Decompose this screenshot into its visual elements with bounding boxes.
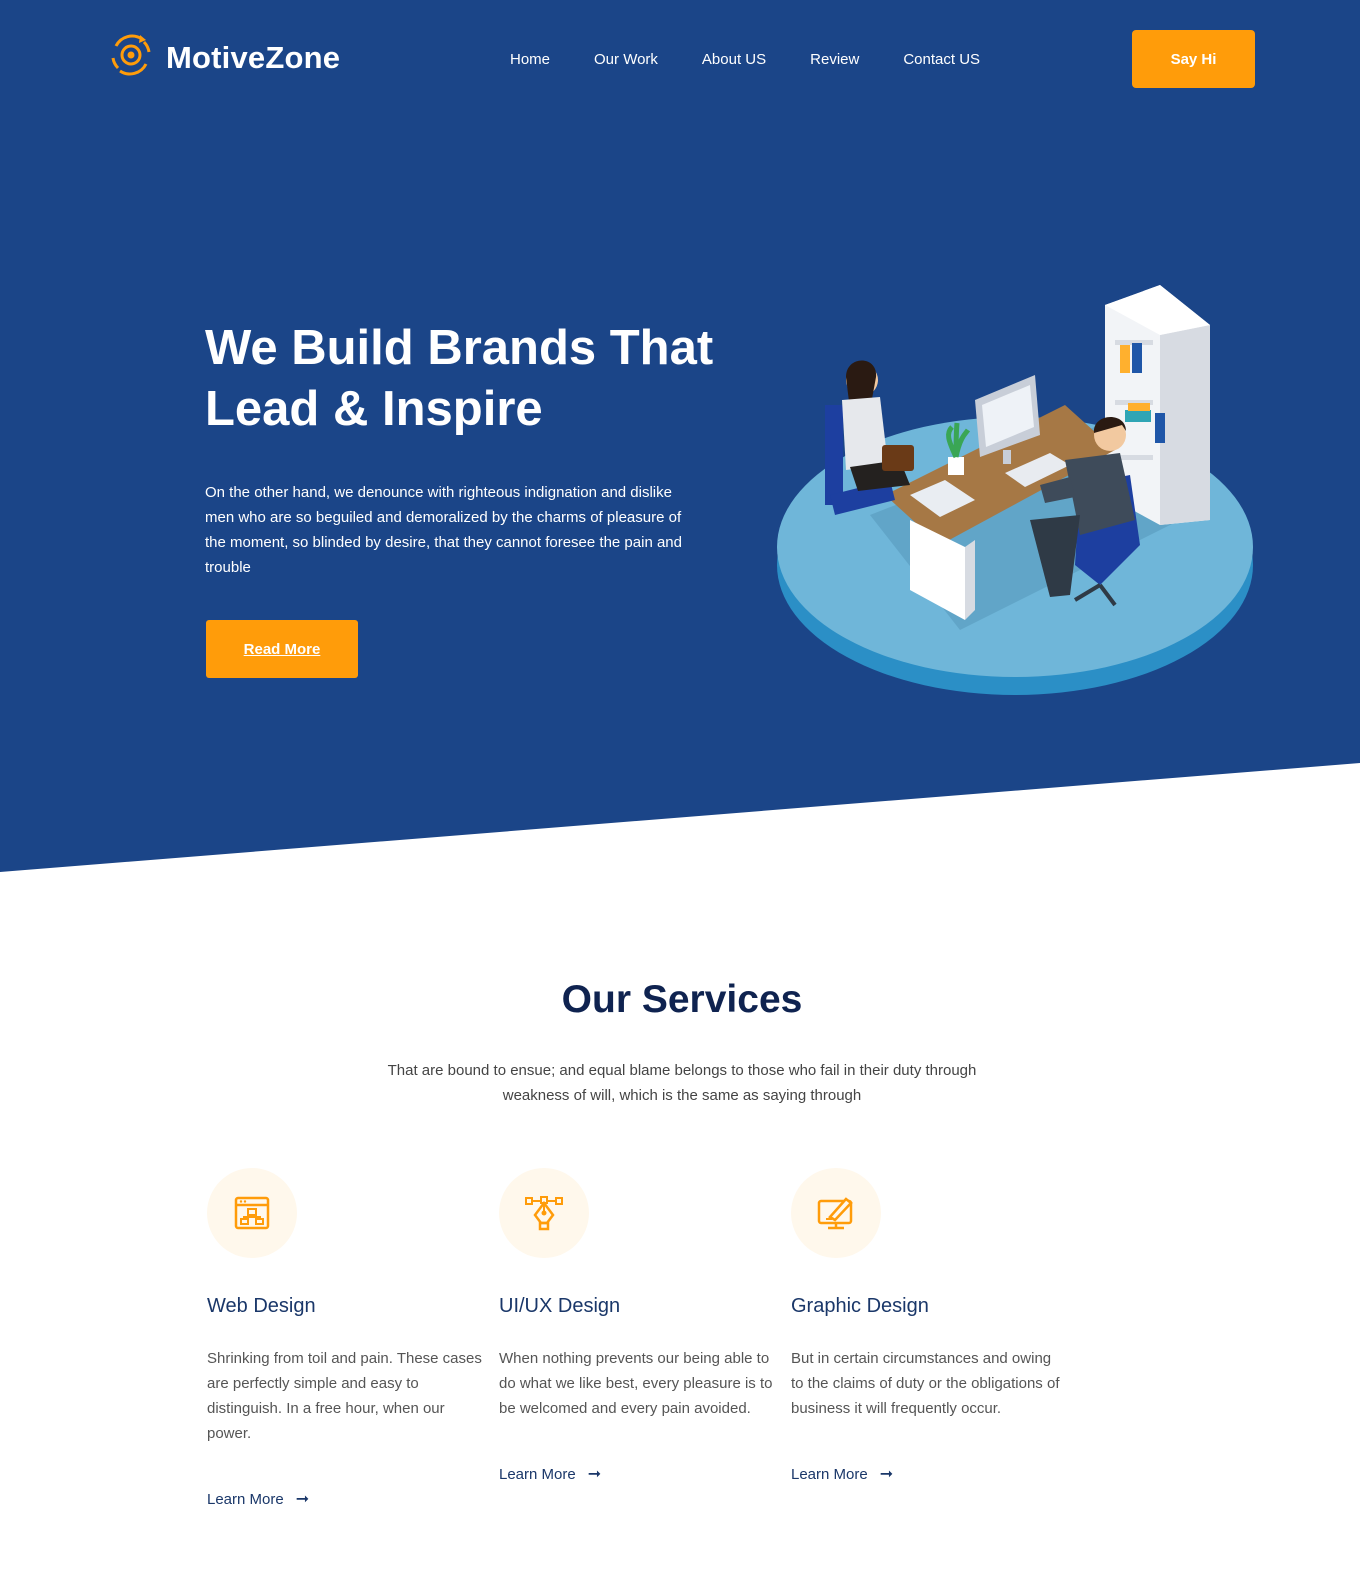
arrow-right-icon: ➞ <box>295 1491 310 1508</box>
nav-our-work[interactable]: Our Work <box>572 48 680 72</box>
learn-more-link[interactable]: Learn More ➞ <box>499 1464 601 1484</box>
hero-title-line2: Lead & Inspire <box>205 382 543 436</box>
pen-tool-icon <box>499 1168 589 1258</box>
learn-more-link[interactable]: Learn More ➞ <box>207 1489 309 1509</box>
nav-contact-us[interactable]: Contact US <box>881 48 1002 72</box>
service-text: But in certain circumstances and owing t… <box>791 1350 1060 1417</box>
nav-about-us[interactable]: About US <box>680 48 788 72</box>
service-card-ui-ux-design: UI/UX Design When nothing prevents our b… <box>499 1168 774 1484</box>
office-illustration <box>777 285 1253 695</box>
nav-review[interactable]: Review <box>788 48 881 72</box>
logo-text: MotiveZone <box>166 39 341 75</box>
logo[interactable]: MotiveZone <box>108 32 340 83</box>
service-title: Graphic Design <box>791 1295 929 1317</box>
service-title: UI/UX Design <box>499 1295 621 1317</box>
service-title: Web Design <box>207 1295 316 1317</box>
service-card-graphic-design: Graphic Design But in certain circumstan… <box>791 1168 1066 1484</box>
say-hi-button[interactable]: Say Hi <box>1132 30 1255 88</box>
hero-text: On the other hand, we denounce with righ… <box>205 484 682 576</box>
logo-icon <box>108 32 154 83</box>
service-card-web-design: Web Design Shrinking from toil and pain.… <box>207 1168 482 1509</box>
services-title: Our Services <box>561 978 803 1021</box>
arrow-right-icon: ➞ <box>879 1466 894 1483</box>
service-text: When nothing prevents our being able to … <box>499 1350 773 1417</box>
hero-section: MotiveZone Home Our Work About US Review… <box>0 0 1360 880</box>
service-text: Shrinking from toil and pain. These case… <box>207 1350 482 1442</box>
hero-title: We Build Brands That Lead & Inspire <box>205 318 765 440</box>
services-subtitle: That are bound to ensue; and equal blame… <box>387 1062 977 1104</box>
web-design-icon <box>207 1168 297 1258</box>
learn-more-label: Learn More <box>499 1465 576 1483</box>
main-nav: Home Our Work About US Review Contact US <box>488 48 1002 72</box>
read-more-button[interactable]: Read More <box>206 620 358 678</box>
arrow-right-icon: ➞ <box>587 1466 602 1483</box>
nav-home[interactable]: Home <box>488 48 572 72</box>
learn-more-label: Learn More <box>207 1490 284 1508</box>
graphic-design-icon <box>791 1168 881 1258</box>
learn-more-link[interactable]: Learn More ➞ <box>791 1464 893 1484</box>
learn-more-label: Learn More <box>791 1465 868 1483</box>
hero-title-line1: We Build Brands That <box>205 321 714 375</box>
